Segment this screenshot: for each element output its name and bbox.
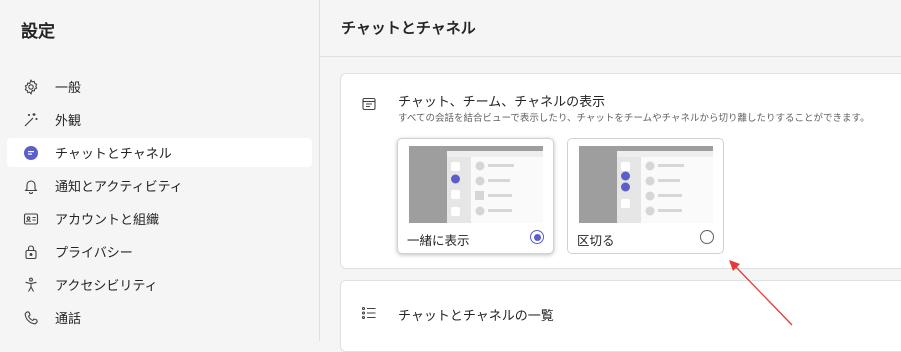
preview-separate-view xyxy=(579,146,713,223)
lock-icon xyxy=(22,243,40,261)
chat-list-card[interactable]: チャットとチャネルの一覧 xyxy=(340,280,901,352)
list-icon xyxy=(361,305,379,323)
settings-sidebar: 設定 一般 外観 チャットとチャネル 通知とアクティビティ アカウントと組織 プ… xyxy=(0,0,320,341)
display-settings-card: チャット、チーム、チャネルの表示 すべての会話を結合ビューで表示したり、チャット… xyxy=(340,73,901,269)
sidebar-item-label: 一般 xyxy=(55,81,82,96)
bell-icon xyxy=(22,177,40,195)
option-label: 区切る xyxy=(577,233,615,248)
sidebar-item-appearance[interactable]: 外観 xyxy=(7,105,312,134)
gear-icon xyxy=(22,78,40,96)
sidebar-item-chat-and-channels[interactable]: チャットとチャネル xyxy=(7,138,312,167)
settings-nav: 一般 外観 チャットとチャネル 通知とアクティビティ アカウントと組織 プライバ… xyxy=(7,72,312,336)
sidebar-item-label: アクセシビリティ xyxy=(55,279,158,294)
chat-bubble-icon xyxy=(22,144,40,162)
option-label: 一緒に表示 xyxy=(407,233,470,248)
settings-main: チャットとチャネル チャット、チーム、チャネルの表示 すべての会話を結合ビューで… xyxy=(320,0,901,352)
sidebar-item-accounts[interactable]: アカウントと組織 xyxy=(7,204,312,233)
option-show-together[interactable]: 一緒に表示 xyxy=(397,138,554,254)
option-separate[interactable]: 区切る xyxy=(567,138,724,254)
annotation-arrow xyxy=(729,260,793,326)
sidebar-item-label: アカウントと組織 xyxy=(55,213,160,228)
page-title: チャットとチャネル xyxy=(341,19,476,37)
preview-combined-view xyxy=(409,146,543,223)
sidebar-item-label: 外観 xyxy=(55,114,82,129)
radio-button-unselected[interactable] xyxy=(700,230,714,244)
sidebar-item-calls[interactable]: 通話 xyxy=(7,303,312,332)
sidebar-item-label: 通話 xyxy=(55,312,82,327)
sidebar-title: 設定 xyxy=(21,22,55,42)
display-section-title: チャット、チーム、チャネルの表示 xyxy=(398,95,606,110)
accessibility-icon xyxy=(22,276,40,294)
sidebar-item-label: プライバシー xyxy=(55,246,133,261)
phone-icon xyxy=(22,309,40,327)
sidebar-item-privacy[interactable]: プライバシー xyxy=(7,237,312,266)
display-section-description: すべての会話を結合ビューで表示したり、チャットをチームやチャネルから切り離したり… xyxy=(398,113,870,124)
id-card-icon xyxy=(22,210,40,228)
sidebar-item-notifications[interactable]: 通知とアクティビティ xyxy=(7,171,312,200)
sidebar-item-label: 通知とアクティビティ xyxy=(55,180,183,195)
sidebar-item-accessibility[interactable]: アクセシビリティ xyxy=(7,270,312,299)
sidebar-item-general[interactable]: 一般 xyxy=(7,72,312,101)
magic-wand-icon xyxy=(22,111,40,129)
page-header: チャットとチャネル xyxy=(320,0,901,57)
layout-icon xyxy=(361,96,379,114)
sidebar-item-label: チャットとチャネル xyxy=(55,147,172,162)
radio-button-selected[interactable] xyxy=(530,230,544,244)
list-section-title: チャットとチャネルの一覧 xyxy=(398,309,554,324)
